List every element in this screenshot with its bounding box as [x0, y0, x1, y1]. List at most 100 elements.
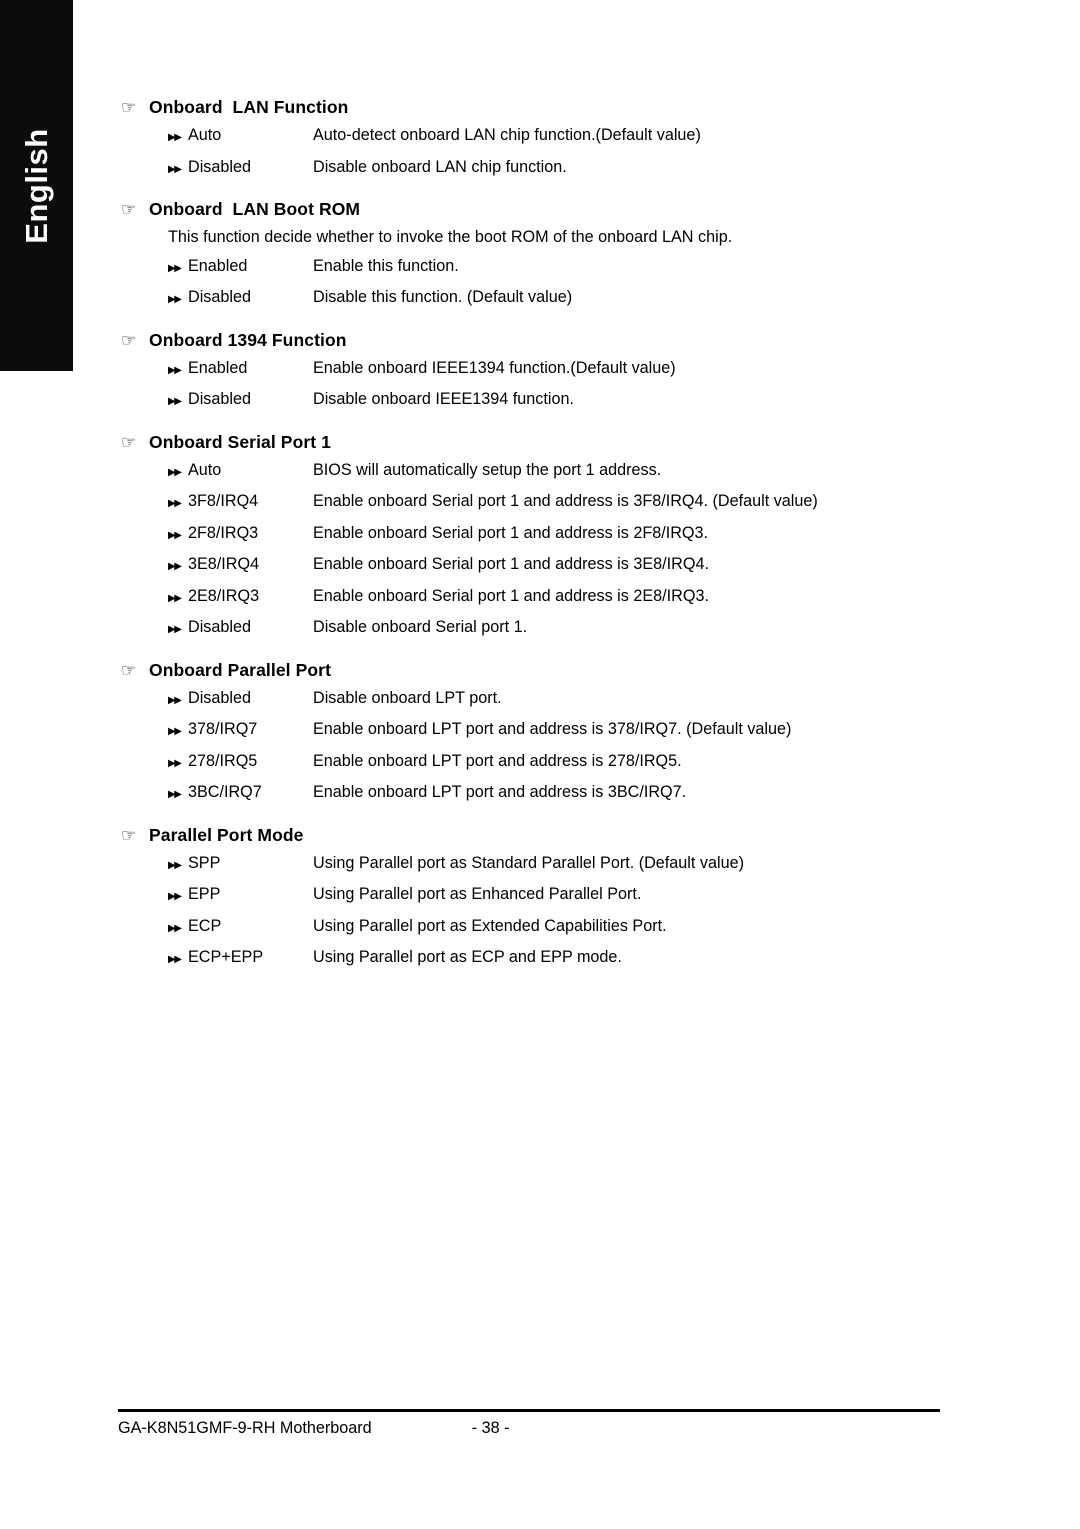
pointing-hand-icon: ☞ [121, 432, 137, 452]
section-heading-label: Onboard LAN Boot ROM [149, 199, 361, 219]
footer-row: GA-K8N51GMF-9-RH Motherboard - 38 - [118, 1417, 940, 1439]
double-arrow-icon: ▶▶ [168, 726, 182, 737]
language-tab-label: English [18, 127, 54, 244]
option-name: ECP+EPP [188, 948, 264, 966]
option-row: ▶▶ 2F8/IRQ3 Enable onboard Serial port 1 a… [168, 519, 948, 551]
option-description: Disable this function. (Default value) [313, 288, 573, 306]
option-description: Enable onboard Serial port 1 and address… [313, 586, 709, 605]
section-heading: ☞ Parallel Port Mode [118, 824, 948, 847]
double-arrow-icon: ▶▶ [168, 364, 182, 376]
double-arrow-icon: ▶▶ [168, 262, 182, 274]
page-footer: GA-K8N51GMF-9-RH Motherboard - 38 - [118, 1409, 940, 1439]
option-row: ▶▶ ECP+EPP Using Parallel port as ECP and … [168, 943, 948, 975]
double-arrow-icon: ▶▶ [168, 789, 182, 800]
double-arrow-icon: ▶▶ [168, 757, 182, 769]
bios-setting-section: ☞ Onboard LAN Boot ROM This function decid… [118, 198, 948, 315]
double-arrow-icon: ▶▶ [168, 498, 182, 509]
option-description: Enable onboard Serial port 1 and address… [313, 492, 818, 510]
option-row: ▶▶ 3BC/IRQ7 Enable onboard LPT port and ad… [168, 778, 948, 810]
option-description: Enable onboard Serial port 1 and address… [313, 523, 709, 542]
option-row: ▶▶ 278/IRQ5 Enable onboard LPT port and ad… [168, 747, 948, 779]
section-heading: ☞ Onboard Serial Port 1 [118, 431, 948, 454]
section-heading-label: Onboard 1394 Function [149, 329, 347, 350]
option-name: Disabled [188, 157, 251, 176]
option-description: Enable this function. [313, 256, 459, 275]
option-row: ▶▶ Enabled Enable onboard IEEE1394 functio… [168, 354, 948, 386]
double-arrow-icon: ▶▶ [168, 891, 182, 902]
option-row: ▶▶ Auto BIOS will automatically setup the … [168, 456, 948, 488]
option-name: Disabled [188, 688, 251, 707]
option-row: ▶▶ Enabled Enable this function. [168, 252, 948, 284]
double-arrow-icon: ▶▶ [168, 294, 182, 305]
option-row: ▶▶ SPP Using Parallel port as Standard Par… [168, 849, 948, 881]
option-description: Using Parallel port as Standard Parallel… [313, 853, 744, 872]
option-description: Using Parallel port as ECP and EPP mode. [313, 948, 622, 966]
pointing-hand-icon: ☞ [121, 200, 137, 219]
option-description: Auto-detect onboard LAN chip function.(D… [313, 126, 701, 144]
double-arrow-icon: ▶▶ [168, 859, 182, 871]
double-arrow-icon: ▶▶ [168, 163, 182, 175]
section-heading-label: Onboard LAN Function [149, 97, 349, 117]
manual-page: English ☞ Onboard LAN Function ▶▶ Auto Auto-… [0, 0, 1080, 1529]
option-description: Enable onboard LPT port and address is 3… [313, 720, 792, 738]
option-description: Enable onboard IEEE1394 function.(Defaul… [313, 358, 676, 377]
option-description: Disable onboard LPT port. [313, 688, 502, 707]
option-description: Using Parallel port as Extended Capabili… [313, 916, 667, 935]
option-row: ▶▶ Disabled Disable onboard Serial port 1. [168, 613, 948, 645]
double-arrow-icon: ▶▶ [168, 922, 182, 934]
double-arrow-icon: ▶▶ [168, 132, 182, 143]
option-name: 278/IRQ5 [188, 751, 258, 770]
option-row: ▶▶ 2E8/IRQ3 Enable onboard Serial port 1 a… [168, 582, 948, 614]
option-row: ▶▶ Auto Auto-detect onboard LAN chip funct… [168, 121, 948, 153]
option-name: ECP [188, 916, 222, 935]
double-arrow-icon: ▶▶ [168, 694, 182, 706]
option-name: Disabled [188, 618, 251, 636]
section-description: This function decide whether to invoke t… [168, 228, 733, 246]
pointing-hand-icon: ☞ [121, 98, 137, 117]
option-name: 3E8/IRQ4 [188, 555, 260, 573]
option-description: Disable onboard Serial port 1. [313, 618, 528, 636]
option-name: 2F8/IRQ3 [188, 523, 259, 542]
option-description: Disable onboard LAN chip function. [313, 157, 567, 176]
option-name: 378/IRQ7 [188, 720, 258, 738]
bios-setting-section: ☞ Parallel Port Mode ▶▶ SPP Using Parallel p… [118, 824, 948, 975]
pointing-hand-icon: ☞ [121, 330, 137, 350]
double-arrow-icon: ▶▶ [168, 561, 182, 572]
option-row: ▶▶ EPP Using Parallel port as Enhanced Par… [168, 880, 948, 912]
option-row: ▶▶ Disabled Disable onboard IEEE1394 funct… [168, 385, 948, 417]
pointing-hand-icon: ☞ [121, 825, 137, 845]
option-name: Enabled [188, 256, 248, 275]
bios-setting-section: ☞ Onboard 1394 Function ▶▶ Enabled Enable on… [118, 329, 948, 417]
option-name: Auto [188, 126, 222, 144]
section-heading: ☞ Onboard 1394 Function [118, 329, 948, 352]
footer-page-number: - 38 - [471, 1419, 510, 1437]
section-heading-label: Onboard Parallel Port [149, 659, 332, 680]
option-description: Enable onboard LPT port and address is 3… [313, 783, 687, 801]
option-name: EPP [188, 885, 221, 903]
option-row: ▶▶ Disabled Disable onboard LPT port. [168, 684, 948, 716]
bios-setting-section: ☞ Onboard Serial Port 1 ▶▶ Auto BIOS will au… [118, 431, 948, 645]
section-heading: ☞ Onboard LAN Function [118, 96, 948, 119]
language-tab: English [0, 0, 73, 371]
option-row: ▶▶ Disabled Disable onboard LAN chip funct… [168, 153, 948, 185]
option-name: 3F8/IRQ4 [188, 492, 259, 510]
double-arrow-icon: ▶▶ [168, 954, 182, 965]
option-name: 3BC/IRQ7 [188, 783, 262, 801]
bios-setting-section: ☞ Onboard Parallel Port ▶▶ Disabled Disable … [118, 659, 948, 810]
section-heading: ☞ Onboard Parallel Port [118, 659, 948, 682]
option-description: Enable onboard Serial port 1 and address… [313, 555, 709, 573]
section-heading: ☞ Onboard LAN Boot ROM [118, 198, 948, 221]
option-name: Disabled [188, 390, 251, 408]
option-row: ▶▶ 378/IRQ7 Enable onboard LPT port and ad… [168, 715, 948, 747]
content-body: ☞ Onboard LAN Function ▶▶ Auto Auto-detect o… [118, 96, 948, 982]
double-arrow-icon: ▶▶ [168, 529, 182, 541]
option-row: ▶▶ Disabled Disable this function. (Defaul… [168, 283, 948, 315]
double-arrow-icon: ▶▶ [168, 396, 182, 407]
option-description: BIOS will automatically setup the port 1… [313, 460, 662, 479]
option-row: ▶▶ 3F8/IRQ4 Enable onboard Serial port 1 a… [168, 487, 948, 519]
footer-divider [118, 1409, 940, 1412]
double-arrow-icon: ▶▶ [168, 466, 182, 478]
section-heading-label: Onboard Serial Port 1 [149, 431, 332, 452]
double-arrow-icon: ▶▶ [168, 624, 182, 635]
option-description: Using Parallel port as Enhanced Parallel… [313, 885, 642, 903]
